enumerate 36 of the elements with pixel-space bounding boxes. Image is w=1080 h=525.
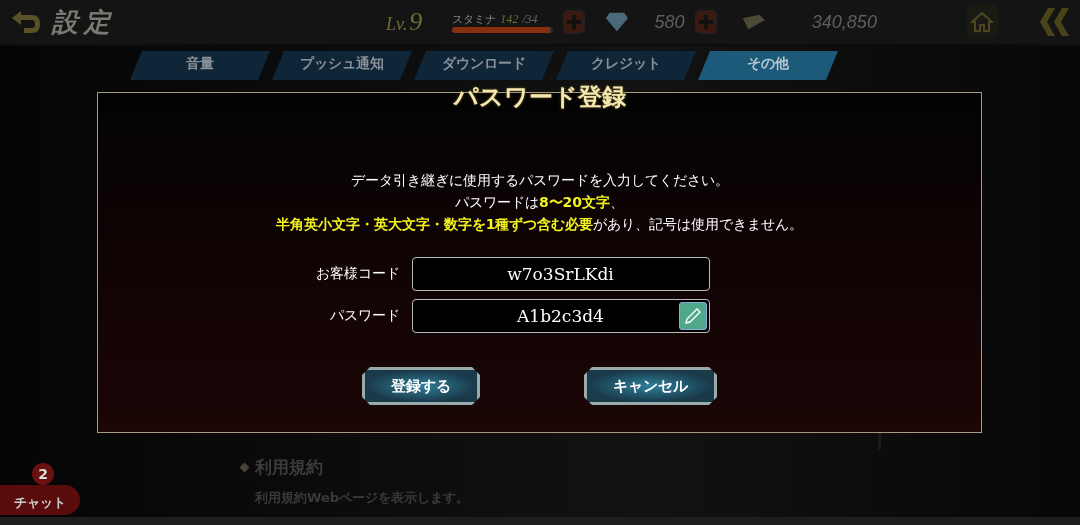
edit-button[interactable] xyxy=(678,302,707,330)
chat-badge: 2 xyxy=(32,463,54,485)
back-arrow-icon xyxy=(10,9,42,35)
settings-tab[interactable]: ダウンロード xyxy=(414,51,554,80)
dialog-message-line: 半角英小文字・英大文字・数字を1種ずつ含む必要があり、記号は使用できません。 xyxy=(275,215,804,234)
plus-icon xyxy=(698,15,713,29)
add-gems-button[interactable] xyxy=(694,10,717,34)
settings-tab[interactable]: その他 xyxy=(698,51,838,80)
settings-tab[interactable]: プッシュ通知 xyxy=(272,51,412,80)
home-button[interactable] xyxy=(966,5,998,39)
field-label: パスワード xyxy=(329,307,400,325)
home-icon xyxy=(971,12,994,32)
dialog-button[interactable]: キャンセル xyxy=(584,367,717,405)
chat-button[interactable]: チャット xyxy=(0,485,80,515)
stamina-label: スタミナ xyxy=(452,11,497,27)
stamina-current: 142 xyxy=(500,11,519,27)
level-label: Lv. xyxy=(386,14,408,35)
gem-count: 580 xyxy=(653,11,685,33)
money-count: 340,850 xyxy=(810,11,877,33)
field-label: お客様コード xyxy=(315,265,400,283)
pencil-icon xyxy=(683,307,702,325)
settings-tab[interactable]: クレジット xyxy=(556,51,696,80)
screen-title: 設定 xyxy=(52,5,116,39)
gem-icon xyxy=(604,11,629,33)
cash-icon xyxy=(740,12,767,32)
settings-tab[interactable]: 音量 xyxy=(130,51,270,80)
text-field[interactable]: A1b2c3d4 xyxy=(411,299,710,333)
bullet-icon xyxy=(239,462,250,473)
stamina-max: /34 xyxy=(522,11,538,27)
dialog-message-line: データ引き継ぎに使用するパスワードを入力してください。 xyxy=(350,171,729,190)
add-stamina-button[interactable] xyxy=(562,10,585,34)
plus-icon xyxy=(566,15,581,29)
text-field[interactable]: w7o3SrLKdi xyxy=(411,257,710,291)
dialog-message-line: パスワードは8〜20文字、 xyxy=(454,193,625,212)
level-value: 9 xyxy=(409,7,423,37)
dialog-button[interactable]: 登録する xyxy=(362,367,480,405)
